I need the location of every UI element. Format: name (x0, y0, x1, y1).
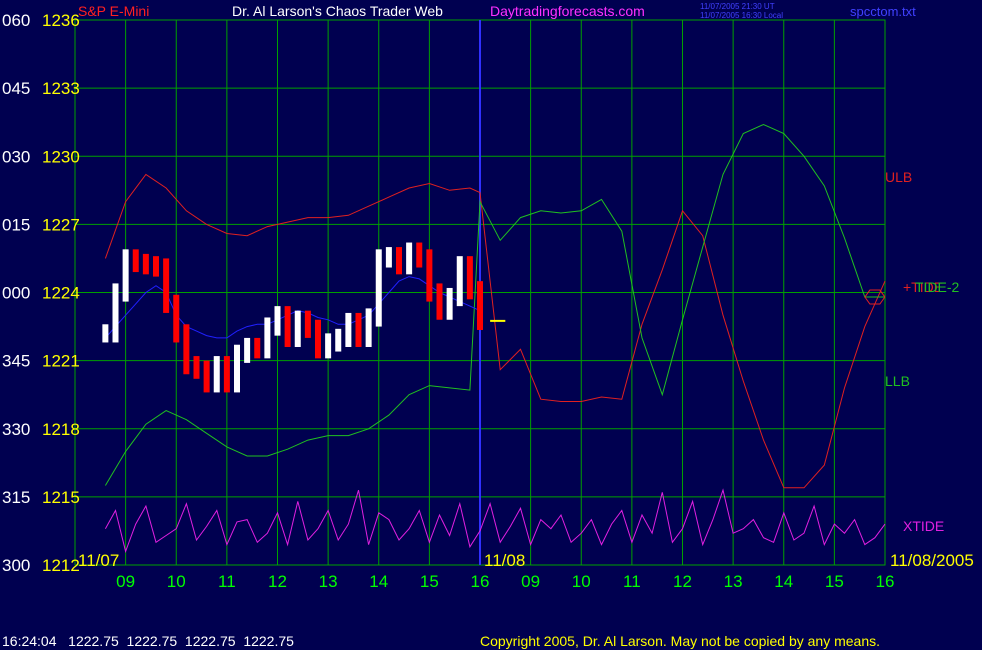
hour-tick-label: 15 (420, 572, 439, 591)
price-bar (335, 328, 342, 352)
price-bar (193, 356, 200, 379)
angle-label: 045 (2, 79, 30, 98)
price-bar (294, 310, 301, 347)
title-site: Daytradingforecasts.com (490, 3, 645, 19)
price-bar (446, 287, 453, 320)
price-bar (436, 283, 443, 320)
price-bar (163, 258, 170, 313)
price-tick-label: 1230 (42, 147, 80, 166)
price-bar (466, 256, 473, 300)
price-tick-label: 1218 (42, 420, 80, 439)
timestamp-ut: 11/07/2005 21:30 UT (700, 2, 775, 11)
price-bar (142, 253, 149, 275)
price-tick-label: 1224 (42, 284, 80, 303)
angle-label: 030 (2, 147, 30, 166)
price-bar (213, 356, 220, 393)
ulb-label: ULB (885, 169, 912, 185)
price-bar (183, 324, 190, 375)
price-bar (274, 306, 281, 336)
price-bar (153, 256, 159, 277)
hour-tick-label: 13 (724, 572, 743, 591)
price-bar (102, 324, 109, 343)
price-bar (284, 306, 291, 347)
symbol-label: S&P E-Mini (78, 3, 149, 19)
price-bar (385, 247, 392, 268)
price-bar (223, 356, 230, 393)
angle-label: 000 (2, 284, 30, 303)
angle-label: 345 (2, 352, 30, 371)
hour-tick-label: 16 (876, 572, 895, 591)
title-left: Dr. Al Larson's Chaos Trader Web (232, 3, 443, 19)
angle-label: 060 (2, 11, 30, 30)
date-label-start: 11/07 (78, 551, 119, 570)
price-bar (112, 283, 119, 343)
angle-label: 300 (2, 556, 30, 575)
hour-tick-label: 16 (471, 572, 490, 591)
hour-tick-label: 10 (167, 572, 186, 591)
hour-tick-label: 15 (825, 572, 844, 591)
filename-label: spcctom.txt (850, 4, 916, 19)
tide-label: TIDE-2 (915, 279, 960, 295)
price-bar (203, 360, 210, 393)
price-tick-label: 1227 (42, 215, 80, 234)
price-bar (426, 249, 433, 302)
price-bar (234, 344, 240, 393)
hour-tick-label: 11 (623, 572, 641, 591)
hour-tick-label: 13 (319, 572, 338, 591)
price-bar (355, 312, 362, 347)
hour-tick-label: 09 (521, 572, 540, 591)
price-bar (315, 319, 321, 359)
timestamp-local: 11/07/2005 16:30 Local (700, 11, 783, 20)
hour-tick-label: 12 (673, 572, 692, 591)
hour-tick-label: 09 (116, 572, 135, 591)
price-bar (244, 337, 251, 363)
date-label-next: 11/08 (484, 551, 525, 570)
chart-window: 060 1236 045 1233 030 1230 015 1227 000 1224 345 12… (0, 0, 982, 650)
price-bar (173, 294, 180, 343)
price-bar (416, 242, 423, 268)
quote-line: 16:24:04 1222.75 1222.75 1222.75 1222.75 (2, 633, 294, 649)
price-bar (325, 333, 332, 359)
price-bar (132, 249, 139, 273)
price-tick-label: 1215 (42, 488, 80, 507)
hour-tick-label: 11 (218, 572, 236, 591)
price-tick-label: 1233 (42, 79, 80, 98)
price-bar (122, 249, 129, 302)
date-label-full: 11/08/2005 (890, 551, 974, 570)
price-bar (406, 242, 413, 275)
angle-label: 015 (2, 215, 30, 234)
chaos-trader-chart: 060 1236045 1233030 1230015 1227000 1224345 12… (0, 0, 982, 650)
price-tick-label: 1236 (42, 11, 80, 30)
price-bar (477, 281, 483, 330)
price-bar (264, 317, 271, 359)
price-bar (304, 310, 311, 338)
price-tick-label: 1221 (42, 352, 80, 371)
angle-label: 315 (2, 488, 30, 507)
xtide-label: XTIDE (903, 518, 944, 534)
hour-tick-label: 10 (572, 572, 591, 591)
price-tick-label: 1212 (42, 556, 80, 575)
price-bar (456, 256, 463, 307)
price-bar (345, 312, 352, 347)
price-bar (365, 308, 372, 347)
hour-tick-label: 12 (268, 572, 287, 591)
price-bar (375, 249, 382, 327)
price-bar (254, 337, 261, 359)
price-bar (396, 247, 402, 275)
llb-label: LLB (885, 373, 910, 389)
angle-label: 330 (2, 420, 30, 439)
hour-tick-label: 14 (369, 572, 388, 591)
hour-tick-label: 14 (774, 572, 793, 591)
copyright-line: Copyright 2005, Dr. Al Larson. May not b… (480, 633, 880, 649)
